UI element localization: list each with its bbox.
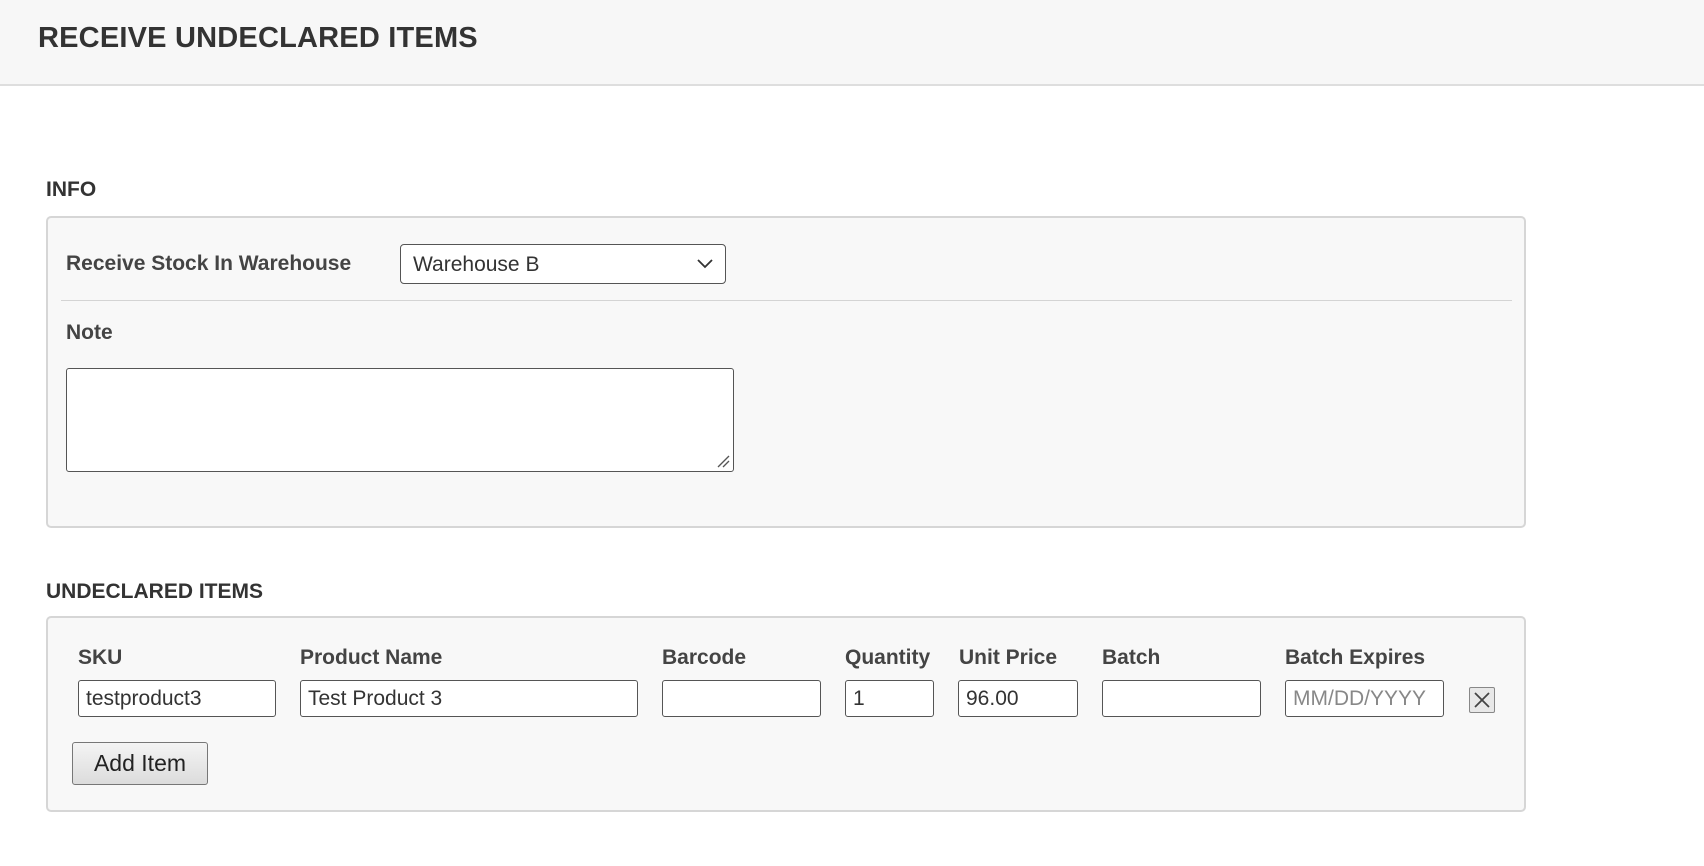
column-header-batch-expires: Batch Expires [1285,646,1426,669]
column-header-unit-price: Unit Price [959,646,1058,669]
batch-input[interactable] [1102,680,1261,717]
close-icon [1474,692,1490,708]
column-header-batch: Batch [1102,646,1161,669]
add-item-button[interactable]: Add Item [72,742,208,785]
unit-price-input[interactable] [958,680,1078,717]
column-header-barcode: Barcode [662,646,747,669]
info-section-title: INFO [46,178,97,201]
note-label: Note [66,321,113,344]
product-name-input[interactable] [300,680,638,717]
page-header: RECEIVE UNDECLARED ITEMS [0,0,1704,86]
undeclared-items-section-title: UNDECLARED ITEMS [46,580,264,603]
warehouse-select-value: Warehouse B [413,253,540,276]
barcode-input[interactable] [662,680,821,717]
info-divider [61,300,1512,301]
chevron-down-icon [697,259,713,269]
resize-grip-icon[interactable] [716,454,730,468]
note-textarea[interactable] [66,368,734,472]
column-header-product-name: Product Name [300,646,443,669]
warehouse-select[interactable]: Warehouse B [400,244,726,284]
warehouse-label: Receive Stock In Warehouse [66,252,352,275]
column-header-quantity: Quantity [845,646,931,669]
remove-row-button[interactable] [1469,687,1495,713]
page-title: RECEIVE UNDECLARED ITEMS [38,22,478,54]
quantity-input[interactable] [845,680,934,717]
column-header-sku: SKU [78,646,123,669]
batch-expires-input[interactable] [1285,680,1444,717]
sku-input[interactable] [78,680,276,717]
